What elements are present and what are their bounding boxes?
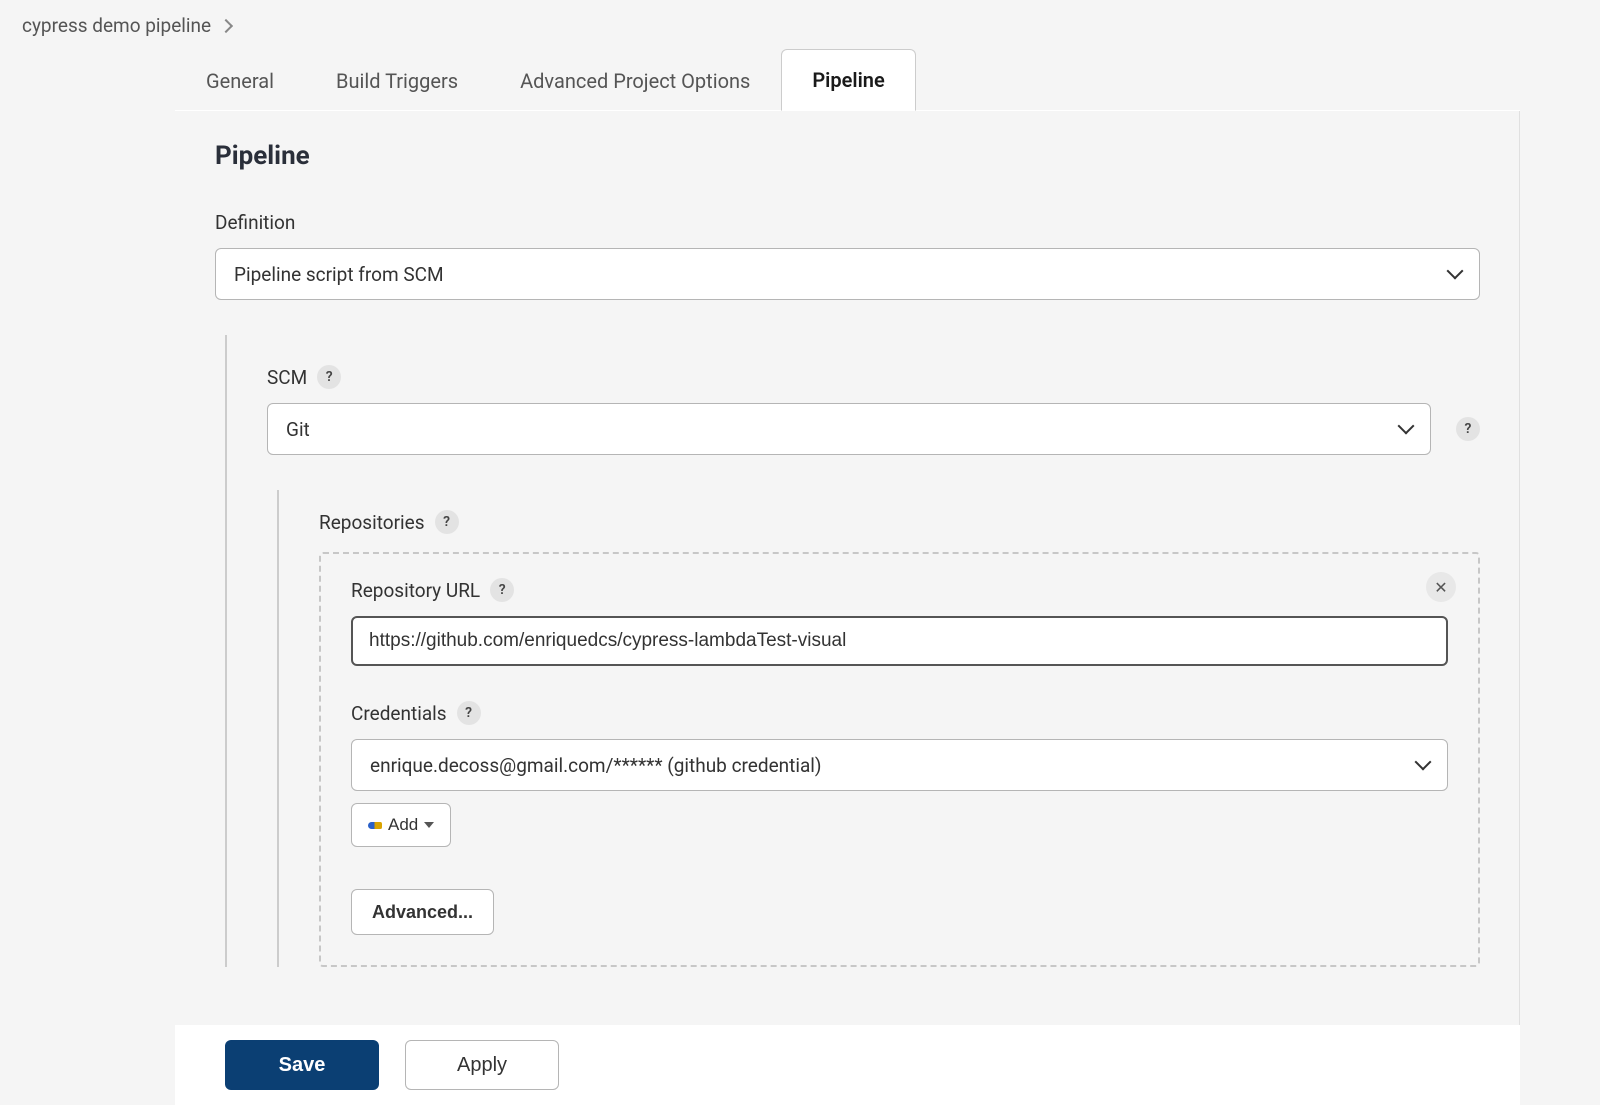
key-icon: [368, 822, 382, 829]
repository-container: ✕ Repository URL ? Credentials: [319, 552, 1480, 967]
save-button[interactable]: Save: [225, 1040, 379, 1090]
repository-url-field: Repository URL ?: [351, 578, 1448, 666]
scm-select[interactable]: Git: [267, 403, 1431, 455]
repository-url-label: Repository URL: [351, 579, 480, 602]
tab-general[interactable]: General: [175, 50, 305, 111]
close-icon: ✕: [1434, 578, 1447, 597]
help-icon[interactable]: ?: [457, 701, 481, 725]
credentials-label: Credentials: [351, 702, 447, 725]
caret-down-icon: [424, 822, 434, 828]
breadcrumb-item[interactable]: cypress demo pipeline: [22, 14, 211, 37]
apply-button[interactable]: Apply: [405, 1040, 559, 1090]
scm-label: SCM: [267, 366, 307, 389]
definition-field: Definition Pipeline script from SCM: [215, 211, 1480, 300]
repositories-nested-block: Repositories ? ✕ Repository URL ?: [277, 490, 1480, 967]
tab-build-triggers[interactable]: Build Triggers: [305, 50, 489, 111]
content-area: Pipeline Definition Pipeline script from…: [175, 111, 1520, 987]
advanced-button[interactable]: Advanced...: [351, 889, 494, 935]
definition-select[interactable]: Pipeline script from SCM: [215, 248, 1480, 300]
help-icon[interactable]: ?: [1456, 417, 1480, 441]
definition-selected-value: Pipeline script from SCM: [234, 263, 444, 286]
chevron-down-icon: [1447, 263, 1464, 280]
chevron-down-icon: [1415, 754, 1432, 771]
scm-field: SCM ? Git ?: [267, 365, 1480, 455]
credentials-selected-value: enrique.decoss@gmail.com/****** (github …: [370, 754, 822, 777]
repositories-label: Repositories: [319, 511, 425, 534]
credentials-field: Credentials ? enrique.decoss@gmail.com/*…: [351, 701, 1448, 847]
definition-label: Definition: [215, 211, 295, 234]
tab-pipeline[interactable]: Pipeline: [781, 49, 915, 111]
add-credentials-label: Add: [388, 815, 418, 835]
tab-advanced-project-options[interactable]: Advanced Project Options: [489, 50, 781, 111]
chevron-down-icon: [1398, 418, 1415, 435]
add-credentials-button[interactable]: Add: [351, 803, 451, 847]
close-repository-button[interactable]: ✕: [1426, 572, 1456, 602]
breadcrumb: cypress demo pipeline: [0, 0, 1600, 51]
chevron-right-icon: [219, 18, 233, 32]
footer-bar: Save Apply: [175, 1025, 1520, 1105]
credentials-select[interactable]: enrique.decoss@gmail.com/****** (github …: [351, 739, 1448, 791]
tabs-bar: General Build Triggers Advanced Project …: [175, 48, 1520, 111]
help-icon[interactable]: ?: [490, 578, 514, 602]
help-icon[interactable]: ?: [317, 365, 341, 389]
help-icon[interactable]: ?: [435, 510, 459, 534]
scm-selected-value: Git: [286, 418, 310, 441]
scm-nested-block: SCM ? Git ? Repositories ?: [225, 335, 1480, 967]
repository-url-input[interactable]: [351, 616, 1448, 666]
section-title: Pipeline: [215, 141, 1480, 171]
